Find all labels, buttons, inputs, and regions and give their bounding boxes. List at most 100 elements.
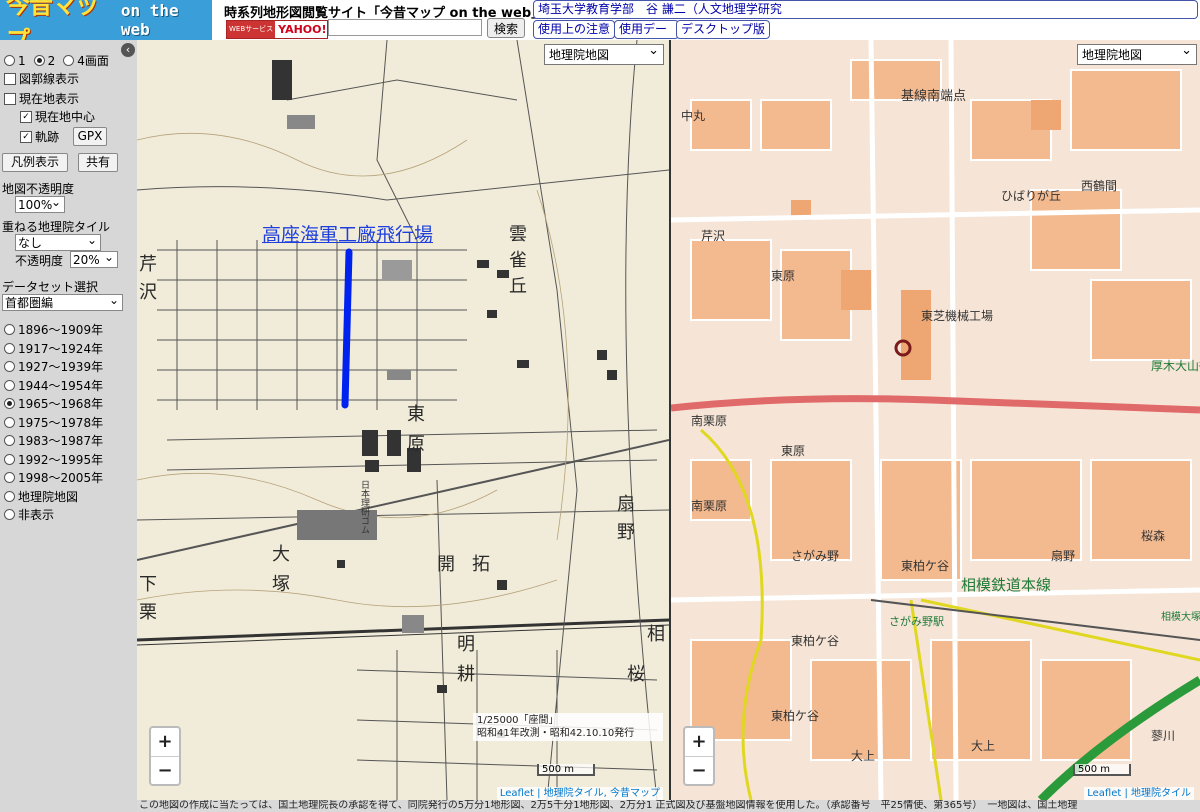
svg-text:南栗原: 南栗原 — [691, 498, 727, 513]
left-attribution[interactable]: Leaflet | 地理院タイル, 今昔マップ — [496, 787, 663, 800]
right-zoom-in-button[interactable]: + — [685, 728, 713, 756]
modern-topographic-map[interactable]: 東原 東芝機械工場 南栗原 東原 南栗原 東柏ケ谷 東柏ケ谷 さがみ野 東柏ケ谷… — [671, 40, 1200, 800]
track-checkbox-row[interactable]: ✓ 軌跡 — [20, 128, 59, 145]
svg-text:大上: 大上 — [971, 739, 995, 753]
period-option[interactable]: 地理院地図 — [4, 488, 78, 505]
left-zoom-in-button[interactable]: + — [151, 728, 179, 756]
dataset-select[interactable]: 首都圏編 — [2, 292, 123, 311]
svg-text:丘: 丘 — [509, 276, 527, 297]
period-option[interactable]: 1927～1939年 — [4, 358, 103, 375]
period-radio[interactable] — [4, 453, 15, 465]
search-button[interactable]: 検索 — [487, 18, 525, 38]
period-option[interactable]: 1965～1968年 — [4, 395, 103, 412]
site-logo[interactable]: 今昔マップ on the web — [0, 0, 212, 54]
search-input[interactable] — [328, 19, 482, 36]
layout-radio-group: 1 2 4画面 — [4, 52, 109, 69]
yahoo-badge[interactable]: WEBサービス YAHOO! — [226, 20, 328, 39]
center-checkbox[interactable]: ✓ — [20, 110, 32, 123]
period-option[interactable]: 1917～1924年 — [4, 340, 103, 357]
svg-text:厚木大山街道: 厚木大山街道 — [1151, 359, 1200, 373]
svg-text:桜森: 桜森 — [1141, 528, 1165, 543]
period-radio[interactable] — [4, 379, 15, 391]
svg-text:中丸: 中丸 — [681, 108, 705, 123]
notice-link[interactable]: 使用上の注意 — [533, 20, 616, 39]
right-zoom-control: + − — [683, 726, 715, 786]
left-scale-bar: 500 m — [537, 764, 595, 776]
runway-label: 高座海軍工廠飛行場 — [262, 224, 434, 246]
period-label: 1896～1909年 — [18, 323, 104, 337]
runway-track — [341, 248, 353, 409]
period-radio[interactable] — [4, 324, 15, 335]
opacity-select[interactable]: 100% — [15, 194, 65, 213]
period-radio[interactable] — [4, 361, 15, 372]
data-link[interactable]: 使用デー — [614, 20, 679, 39]
affiliation-link[interactable]: 埼玉大学教育学部 谷 謙二（人文地理学研究 — [533, 0, 1198, 19]
track-checkbox-label: 軌跡 — [35, 130, 60, 144]
svg-text:芹: 芹 — [139, 254, 157, 275]
svg-text:東原: 東原 — [781, 444, 805, 458]
location-checkbox[interactable] — [4, 92, 16, 105]
period-option[interactable]: 1975～1978年 — [4, 414, 103, 431]
footer-notice: この地図の作成に当たっては、国土地理院長の承認を得て、同院発行の5万分1地形図、… — [137, 800, 1200, 812]
header: 今昔マップ on the web 時系列地形図閲覧サイト「今昔マップ on th… — [0, 0, 1200, 54]
right-layer-select[interactable]: 地理院地図 — [1077, 41, 1197, 65]
dataset-label: データセット選択 — [2, 280, 99, 294]
left-zoom-out-button[interactable]: − — [151, 756, 179, 785]
old-topographic-map[interactable]: 雲雀丘 東原 大塚 開拓 扇野 相桜 芹沢 下栗 明耕 日本理研ゴム — [137, 40, 669, 800]
desktop-link[interactable]: デスクトップ版 — [676, 20, 771, 39]
gpx-button[interactable]: GPX — [73, 127, 107, 146]
left-layer-select[interactable]: 地理院地図 — [544, 41, 664, 65]
old-map-panel[interactable]: 雲雀丘 東原 大塚 開拓 扇野 相桜 芹沢 下栗 明耕 日本理研ゴム 高座海軍工… — [137, 40, 669, 800]
center-checkbox-row[interactable]: ✓ 現在地中心 — [20, 108, 95, 125]
period-radio[interactable] — [4, 416, 15, 428]
period-option[interactable]: 1896～1909年 — [4, 321, 103, 338]
modern-map-panel[interactable]: 東原 東芝機械工場 南栗原 東原 南栗原 東柏ケ谷 東柏ケ谷 さがみ野 東柏ケ谷… — [671, 40, 1200, 800]
period-radio[interactable] — [4, 472, 15, 483]
track-checkbox[interactable]: ✓ — [20, 130, 32, 143]
sidebar: ‹ 1 2 4画面 図郭線表示 現在地表示 ✓ 現在地中心 ✓ 軌跡 GPX 凡例表… — [0, 40, 137, 812]
location-checkbox-row[interactable]: 現在地表示 — [4, 90, 79, 107]
period-label: 地理院地図 — [18, 489, 79, 504]
layout-radio-1[interactable] — [4, 55, 15, 66]
svg-text:東原: 東原 — [771, 269, 795, 283]
period-radio[interactable] — [4, 509, 15, 520]
period-label: 1927～1939年 — [18, 360, 104, 374]
svg-text:基線南端点: 基線南端点 — [901, 88, 966, 104]
layout-label-4: 4画面 — [77, 54, 109, 68]
svg-text:明: 明 — [457, 634, 475, 655]
layout-radio-4[interactable] — [63, 55, 75, 66]
svg-text:東柏ケ谷: 東柏ケ谷 — [901, 558, 949, 573]
layout-label-2: 2 — [47, 53, 56, 68]
layout-radio-2[interactable] — [33, 55, 45, 66]
svg-text:西鶴間: 西鶴間 — [1081, 178, 1117, 193]
right-attribution[interactable]: Leaflet | 地理院タイル — [1084, 787, 1194, 800]
share-button[interactable]: 共有 — [78, 153, 118, 172]
grid-checkbox[interactable] — [4, 72, 16, 85]
grid-checkbox-row[interactable]: 図郭線表示 — [4, 70, 79, 87]
svg-text:桜: 桜 — [627, 664, 645, 685]
legend-button[interactable]: 凡例表示 — [2, 153, 68, 172]
overlay-opacity-select[interactable]: 20% — [70, 249, 118, 268]
period-radio[interactable] — [4, 490, 15, 502]
svg-text:東柏ケ谷: 東柏ケ谷 — [791, 633, 839, 648]
period-label: 1944～1954年 — [18, 378, 104, 393]
period-radio[interactable] — [4, 398, 15, 409]
svg-text:雲: 雲 — [509, 224, 527, 245]
period-option[interactable]: 1944～1954年 — [4, 377, 103, 394]
period-option[interactable]: 非表示 — [4, 506, 54, 523]
overlay-opacity-label: 不透明度 — [15, 254, 64, 268]
period-radio[interactable] — [4, 342, 15, 354]
collapse-sidebar-icon[interactable]: ‹ — [121, 43, 135, 57]
period-option[interactable]: 1983～1987年 — [4, 432, 103, 449]
period-label: 1975～1978年 — [18, 415, 104, 430]
sheet-edition: 昭和41年改測・昭和42.10.10発行 — [477, 728, 635, 739]
right-zoom-out-button[interactable]: − — [685, 756, 713, 785]
period-option[interactable]: 1998～2005年 — [4, 469, 103, 486]
period-option[interactable]: 1992～1995年 — [4, 451, 103, 468]
yahoo-badge-small: WEBサービス — [227, 21, 276, 38]
period-label: 1998～2005年 — [18, 471, 104, 485]
overlay-select[interactable]: なし — [15, 232, 101, 251]
period-label: 1917～1924年 — [18, 341, 104, 356]
svg-text:相: 相 — [647, 624, 665, 645]
period-radio[interactable] — [4, 435, 15, 446]
